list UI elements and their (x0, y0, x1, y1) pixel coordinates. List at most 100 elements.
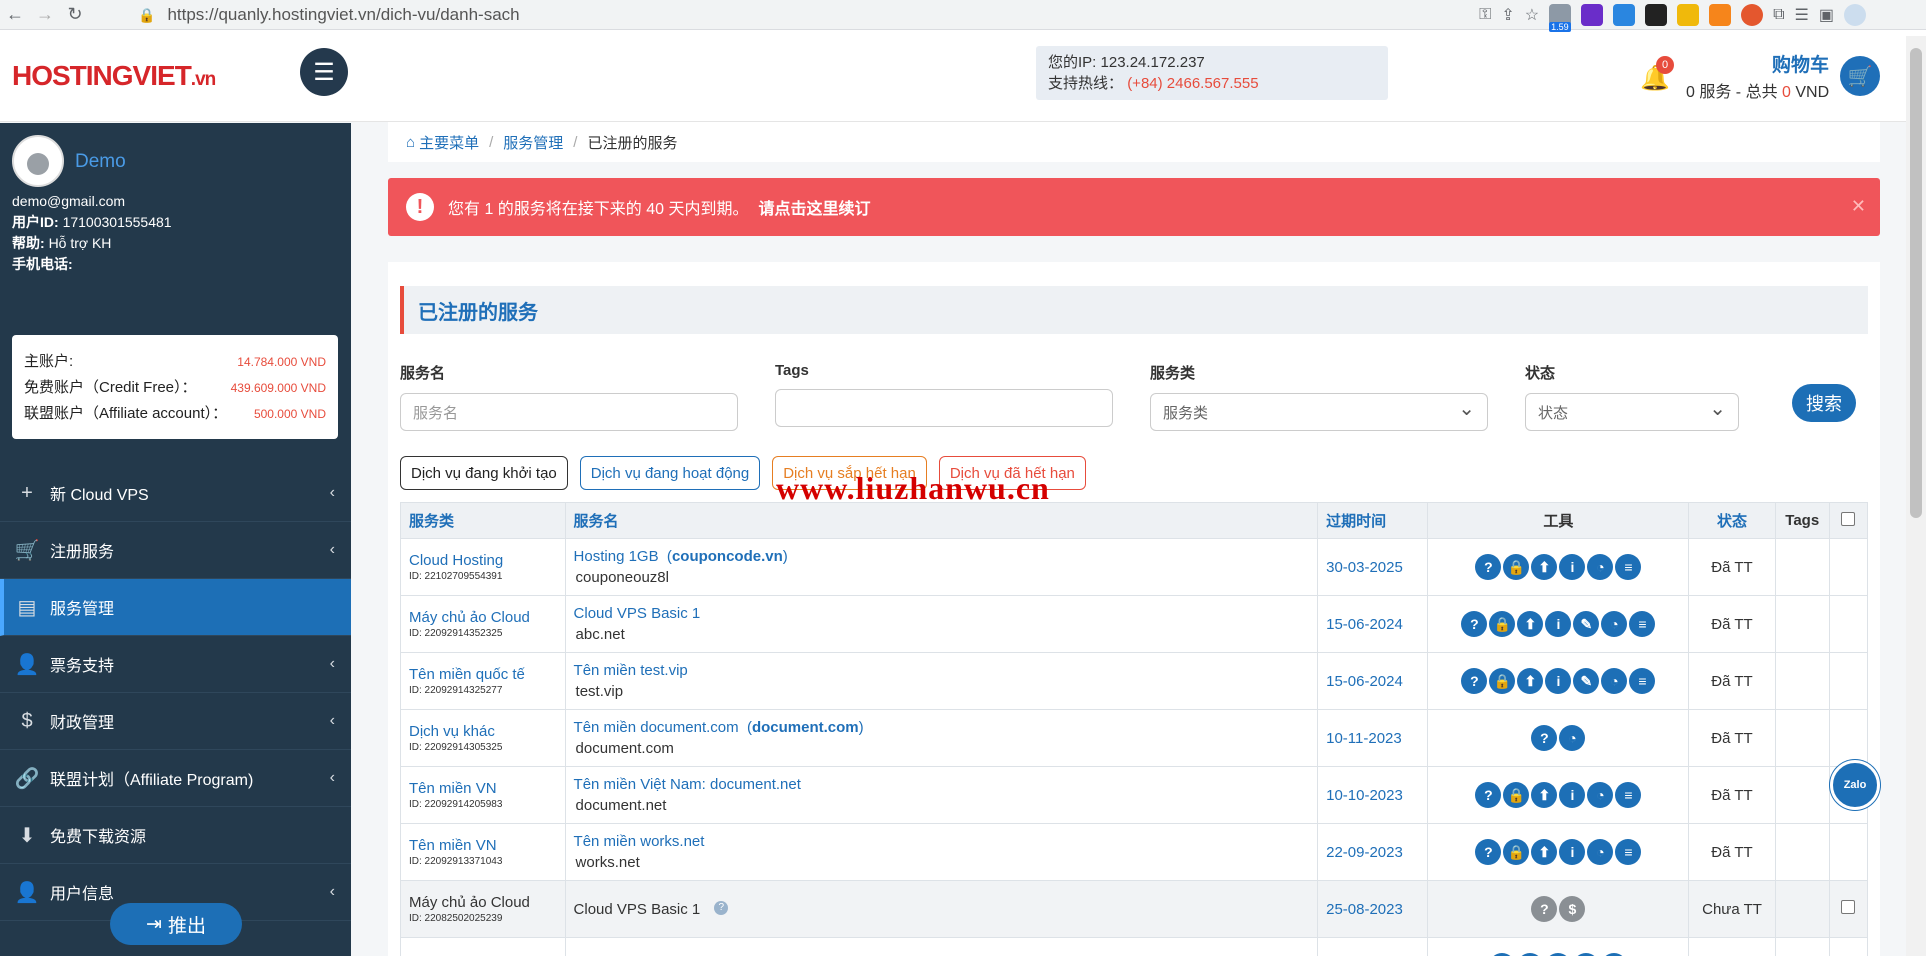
logo[interactable]: HOSTINGVIET.vn (12, 60, 216, 92)
tool-icon[interactable]: 🔒 (1503, 839, 1530, 865)
page-scrollbar[interactable] (1906, 36, 1926, 956)
breadcrumb-section[interactable]: 服务管理 (503, 132, 563, 153)
menu-toggle-button[interactable]: ☰ (300, 48, 348, 96)
service-type-link[interactable]: Máy chủ ảo Cloud (409, 894, 557, 911)
extension-icon[interactable]: 1.59 (1549, 4, 1572, 32)
col-expiry[interactable]: 过期时间 (1317, 502, 1429, 539)
sidebar-item-register-service[interactable]: 🛒 注册服务 ‹ (0, 522, 351, 579)
tool-icon[interactable]: ≡ (1629, 668, 1656, 694)
tool-icon[interactable]: ? (1475, 554, 1502, 580)
service-domain-link[interactable]: couponcode.vn (672, 548, 783, 565)
status-select[interactable]: 状态 (1525, 393, 1739, 431)
user-name[interactable]: Demo (75, 151, 126, 173)
tags-input[interactable] (775, 389, 1113, 427)
cart-icon[interactable]: 🛒 (1840, 56, 1880, 96)
row-checkbox[interactable] (1841, 900, 1856, 914)
tool-icon[interactable]: i (1559, 839, 1586, 865)
service-type-link[interactable]: Máy chủ ảo Cloud (409, 609, 557, 626)
tool-icon[interactable]: ✎ (1573, 611, 1600, 637)
close-icon[interactable]: ✕ (1851, 196, 1866, 217)
tool-icon[interactable]: i (1559, 782, 1586, 808)
service-name-link[interactable]: Tên miền works.net (574, 833, 705, 850)
service-type-link[interactable]: Cloud Hosting (409, 552, 557, 569)
tool-icon[interactable]: ? (1461, 668, 1488, 694)
tool-icon[interactable]: ◔ (1559, 725, 1586, 751)
breadcrumb-home[interactable]: 主要菜单 (419, 132, 479, 153)
list-icon[interactable]: ☰ (1795, 5, 1809, 25)
avatar[interactable] (12, 135, 64, 187)
service-domain-link[interactable]: document.com (752, 719, 859, 736)
tool-icon[interactable]: 🔒 (1503, 782, 1530, 808)
tool-icon[interactable]: ◔ (1601, 668, 1628, 694)
tool-icon[interactable]: ⬆ (1517, 611, 1544, 637)
tool-icon[interactable]: i (1559, 554, 1586, 580)
service-name-link[interactable]: Tên miền document.com (574, 719, 739, 736)
service-type-select[interactable]: 服务类 (1150, 393, 1488, 431)
col-status[interactable]: 状态 (1688, 502, 1776, 539)
terminal-icon[interactable] (1645, 4, 1668, 26)
col-name[interactable]: 服务名 (564, 502, 1319, 539)
key-icon[interactable]: ⚿ (1479, 6, 1491, 24)
tool-icon[interactable]: ? (1475, 839, 1502, 865)
tool-icon[interactable]: ◔ (1587, 782, 1614, 808)
tool-icon[interactable]: ◔ (1587, 839, 1614, 865)
tool-icon[interactable]: 🔒 (1489, 611, 1516, 637)
extension-icon[interactable] (1613, 4, 1636, 26)
help-icon[interactable]: ? (714, 900, 729, 915)
search-button[interactable]: 搜索 (1792, 384, 1856, 422)
fox-icon[interactable] (1709, 4, 1732, 26)
share-icon[interactable]: ⇪ (1501, 5, 1514, 25)
service-type-link[interactable]: Tên miền VN (409, 837, 557, 854)
tool-icon[interactable]: ≡ (1615, 839, 1642, 865)
cart-title[interactable]: 购物车 (1772, 50, 1829, 77)
sidepanel-icon[interactable]: ▣ (1819, 5, 1834, 25)
tab-active[interactable]: Dịch vụ đang hoạt động (579, 456, 761, 490)
sidebar-item-affiliate[interactable]: 🔗 联盟计划（Affiliate Program) ‹ (0, 750, 351, 807)
tool-icon[interactable]: ⬆ (1517, 668, 1544, 694)
tool-icon[interactable]: ⬆ (1531, 782, 1558, 808)
tool-icon[interactable]: $ (1559, 896, 1586, 922)
tool-icon[interactable]: ◔ (1601, 611, 1628, 637)
puzzle-icon[interactable]: ⧉ (1773, 6, 1784, 24)
service-type-link[interactable]: Tên miền quốc tế (409, 666, 557, 683)
service-name-link[interactable]: Tên miền Việt Nam: document.net (574, 776, 801, 793)
forward-icon[interactable]: → (30, 0, 60, 30)
service-type-link[interactable]: Dịch vụ khác (409, 723, 557, 740)
tool-icon[interactable]: ◔ (1587, 554, 1614, 580)
sidebar-item-finance[interactable]: $ 财政管理 ‹ (0, 693, 351, 750)
tool-icon[interactable]: ⬆ (1531, 554, 1558, 580)
scrollbar-thumb[interactable] (1910, 48, 1922, 518)
service-name-link[interactable]: Hosting 1GB (574, 548, 659, 565)
hotline-number[interactable]: (+84) 2466.567.555 (1127, 75, 1258, 92)
renew-link[interactable]: 请点击这里续订 (758, 195, 870, 219)
avatar-icon[interactable] (1844, 4, 1866, 26)
sidebar-item-service-management[interactable]: ▤ 服务管理 (0, 579, 351, 636)
service-type-link[interactable]: Tên miền VN (409, 780, 557, 797)
reload-icon[interactable]: ↻ (60, 0, 90, 30)
tool-icon[interactable]: 🔒 (1503, 554, 1530, 580)
tool-icon[interactable]: ≡ (1615, 554, 1642, 580)
tool-icon[interactable]: ? (1475, 782, 1502, 808)
tool-icon[interactable]: ≡ (1615, 782, 1642, 808)
tool-icon[interactable]: ≡ (1629, 611, 1656, 637)
back-icon[interactable]: ← (0, 0, 30, 30)
tool-icon[interactable]: i (1545, 611, 1572, 637)
address-bar[interactable]: 🔒 https://quanly.hostingviet.vn/dich-vu/… (138, 2, 1408, 28)
sidebar-item-downloads[interactable]: ⬇ 免费下载资源 (0, 807, 351, 864)
extension-icon[interactable] (1677, 4, 1700, 26)
service-name-link[interactable]: Cloud VPS Basic 1 (574, 901, 701, 918)
sidebar-item-new-cloud-vps[interactable]: + 新 Cloud VPS ‹ (0, 465, 351, 522)
col-select-all[interactable] (1828, 502, 1869, 539)
tool-icon[interactable]: ? (1461, 611, 1488, 637)
tool-icon[interactable]: ? (1531, 896, 1558, 922)
logout-button[interactable]: ⇥ 推出 (110, 903, 242, 945)
tool-icon[interactable]: i (1545, 668, 1572, 694)
tool-icon[interactable]: 🔒 (1489, 668, 1516, 694)
sidebar-item-ticket-support[interactable]: 👤 票务支持 ‹ (0, 636, 351, 693)
service-name-input[interactable]: 服务名 (400, 393, 738, 431)
service-name-link[interactable]: Tên miền test.vip (574, 662, 688, 679)
select-all-checkbox[interactable] (1841, 511, 1856, 526)
tool-icon[interactable]: ? (1531, 725, 1558, 751)
tool-icon[interactable]: ✎ (1573, 668, 1600, 694)
extension-icon[interactable] (1581, 4, 1604, 26)
